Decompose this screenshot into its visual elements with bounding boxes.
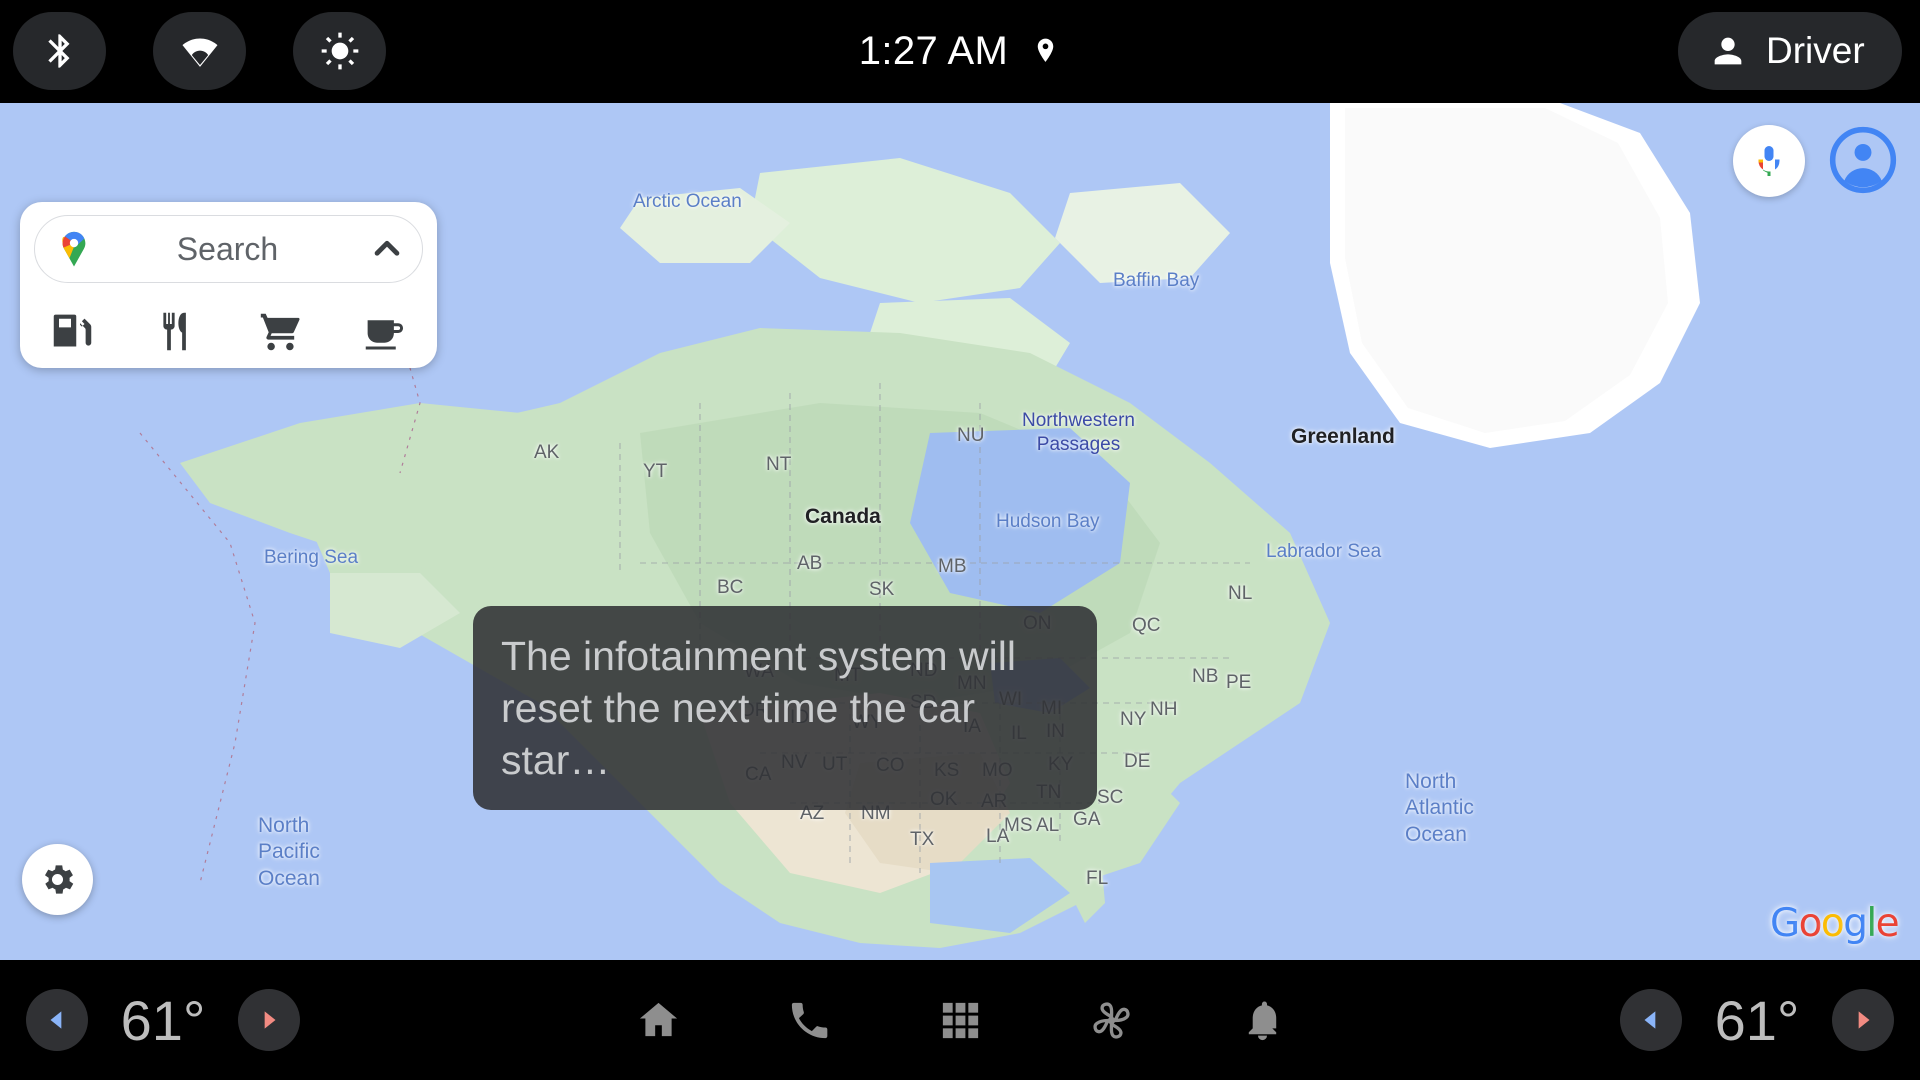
category-shortcuts [20,294,437,368]
apps-button[interactable] [923,983,997,1057]
phone-button[interactable] [772,983,846,1057]
google-watermark: Google [1770,901,1900,946]
watermark-l: l [1866,901,1877,946]
driver-profile-button[interactable]: Driver [1678,12,1902,90]
watermark-g2: g [1843,901,1868,946]
person-icon [1714,37,1742,65]
home-icon [639,1002,677,1036]
google-maps-view[interactable]: Arctic Ocean Baffin Bay Bering Sea Hudson B… [0,103,1920,960]
apps-grid-icon [942,1002,978,1038]
google-assistant-mic-icon [1758,146,1780,176]
maps-search-card: Search [20,202,437,368]
toast-notification: The infotainment system will reset the n… [473,606,1097,811]
map-settings-button[interactable] [22,844,93,915]
google-assistant-mic-button[interactable] [1733,125,1805,197]
driver-profile-label: Driver [1766,30,1865,71]
account-circle-icon [1829,126,1897,194]
notifications-button[interactable] [1225,983,1299,1057]
fan-icon [1092,1001,1130,1039]
bell-icon [1248,1001,1276,1040]
restaurant-icon [163,312,186,350]
gas-pump-icon [53,314,91,346]
passenger-temp-increase-button[interactable] [1832,989,1894,1051]
climate-fan-button[interactable] [1074,983,1148,1057]
watermark-o1: o [1798,901,1823,946]
watermark-g1: G [1770,901,1800,946]
arrow-right-icon [1858,1011,1870,1029]
watermark-o2: o [1820,901,1845,946]
coffee-cup-icon [366,319,404,349]
phone-icon [791,1002,827,1038]
category-groceries[interactable] [229,309,333,354]
search-input[interactable]: Search [34,215,423,283]
status-bar: 1:27 AM Driver [0,0,1920,103]
shopping-cart-icon [260,313,300,350]
clock-group: 1:27 AM [0,0,1920,103]
category-gas-stations[interactable] [20,309,124,354]
clock-time: 1:27 AM [858,29,1009,73]
infotainment-screen: 1:27 AM Driver Arctic Ocean Baffin Bay B… [0,0,1920,1080]
chevron-up-icon[interactable] [370,232,404,266]
account-circle-button[interactable] [1828,125,1898,195]
home-button[interactable] [621,983,695,1057]
climate-control-right: 61° [1620,960,1894,1080]
watermark-e: e [1875,901,1900,946]
location-pin-icon [1030,36,1061,67]
gear-icon [44,865,74,894]
category-coffee[interactable] [333,309,437,354]
category-restaurants[interactable] [124,309,228,354]
passenger-temperature-value: 61° [1714,988,1800,1052]
arrow-left-icon [1644,1011,1656,1029]
search-placeholder-text: Search [176,230,279,267]
passenger-temp-decrease-button[interactable] [1620,989,1682,1051]
toast-message: The infotainment system will reset the n… [501,633,1016,784]
bottom-navigation-bar: 61° 61° [0,960,1920,1080]
